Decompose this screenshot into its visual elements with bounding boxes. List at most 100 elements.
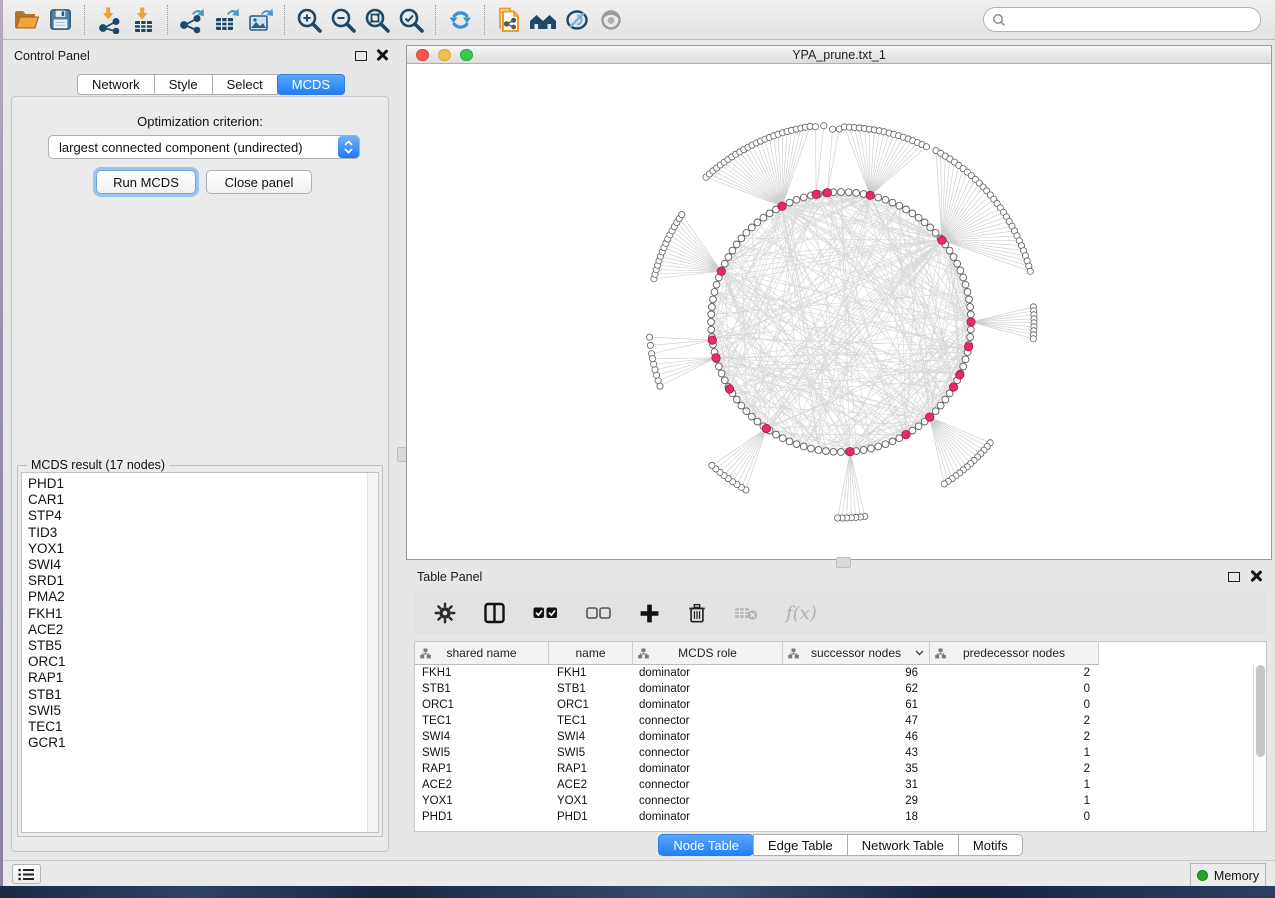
delete-trash-icon[interactable]	[687, 602, 707, 624]
table-cell-shared_name[interactable]: STB1	[415, 681, 549, 697]
table-cell-name[interactable]: TEC1	[549, 713, 633, 729]
show-columns-icon[interactable]	[483, 602, 506, 624]
table-cell-name[interactable]: YOX1	[549, 793, 633, 809]
table-cell-name[interactable]: PHD1	[549, 809, 633, 825]
open-file-button[interactable]	[9, 3, 43, 37]
table-cell-role[interactable]: dominator	[633, 761, 783, 777]
tab-style[interactable]: Style	[154, 74, 213, 95]
export-table-button[interactable]	[209, 3, 243, 37]
table-scrollbar[interactable]	[1253, 665, 1266, 831]
node-table-row[interactable]: SWI5SWI5connector431	[415, 745, 1253, 761]
network-window-titlebar[interactable]: YPA_prune.txt_1	[407, 46, 1271, 64]
zoom-fit-button[interactable]	[360, 3, 394, 37]
mcds-result-item[interactable]: PMA2	[28, 589, 378, 605]
mcds-result-item[interactable]: STB1	[28, 687, 378, 703]
table-cell-predecessors[interactable]: 0	[930, 809, 1099, 825]
table-cell-name[interactable]: ORC1	[549, 697, 633, 713]
tab-network-table[interactable]: Network Table	[847, 834, 959, 856]
table-cell-shared_name[interactable]: YOX1	[415, 793, 549, 809]
mcds-result-item[interactable]: CAR1	[28, 492, 378, 508]
mcds-result-item[interactable]: SWI5	[28, 703, 378, 719]
node-table-row[interactable]: RAP1RAP1dominator352	[415, 761, 1253, 777]
table-cell-shared_name[interactable]: RAP1	[415, 761, 549, 777]
table-cell-predecessors[interactable]: 2	[930, 665, 1099, 681]
table-cell-predecessors[interactable]: 0	[930, 681, 1099, 697]
memory-button[interactable]: Memory	[1190, 863, 1266, 888]
node-table-row[interactable]: FKH1FKH1dominator962	[415, 665, 1253, 681]
float-panel-icon[interactable]	[1228, 572, 1240, 582]
run-mcds-button[interactable]: Run MCDS	[96, 170, 196, 194]
table-cell-name[interactable]: ACE2	[549, 777, 633, 793]
table-cell-name[interactable]: STB1	[549, 681, 633, 697]
table-cell-predecessors[interactable]: 1	[930, 777, 1099, 793]
search-input[interactable]	[1006, 10, 1260, 30]
mcds-result-item[interactable]: FKH1	[28, 606, 378, 622]
mcds-result-item[interactable]: GCR1	[28, 735, 378, 751]
result-list-scrollbar[interactable]	[367, 473, 378, 832]
table-cell-shared_name[interactable]: ACE2	[415, 777, 549, 793]
table-cell-successors[interactable]: 43	[783, 745, 930, 761]
table-cell-successors[interactable]: 29	[783, 793, 930, 809]
network-canvas[interactable]	[407, 64, 1271, 559]
mcds-result-item[interactable]: RAP1	[28, 670, 378, 686]
table-cell-role[interactable]: connector	[633, 793, 783, 809]
node-table-row[interactable]: YOX1YOX1connector291	[415, 793, 1253, 809]
table-cell-role[interactable]: connector	[633, 713, 783, 729]
table-cell-role[interactable]: connector	[633, 745, 783, 761]
table-cell-predecessors[interactable]: 1	[930, 745, 1099, 761]
zoom-selected-button[interactable]	[394, 3, 428, 37]
search-box[interactable]	[983, 7, 1261, 32]
column-header-shared-name[interactable]: shared name	[415, 642, 549, 665]
tab-mcds[interactable]: MCDS	[277, 74, 345, 95]
node-table-row[interactable]: TEC1TEC1connector472	[415, 713, 1253, 729]
table-cell-predecessors[interactable]: 2	[930, 713, 1099, 729]
node-table-row[interactable]: PHD1PHD1dominator180	[415, 809, 1253, 825]
export-network-button[interactable]	[175, 3, 209, 37]
scrollbar-thumb[interactable]	[1256, 665, 1265, 757]
deselect-all-icon[interactable]	[586, 604, 612, 622]
table-cell-successors[interactable]: 31	[783, 777, 930, 793]
criterion-dropdown[interactable]: largest connected component (undirected)	[48, 135, 360, 159]
mcds-result-item[interactable]: STP4	[28, 508, 378, 524]
table-cell-shared_name[interactable]: ORC1	[415, 697, 549, 713]
table-cell-successors[interactable]: 62	[783, 681, 930, 697]
table-cell-role[interactable]: dominator	[633, 665, 783, 681]
tab-edge-table[interactable]: Edge Table	[753, 834, 848, 856]
close-panel-icon[interactable]	[1250, 570, 1262, 582]
table-cell-predecessors[interactable]: 0	[930, 697, 1099, 713]
table-cell-name[interactable]: SWI4	[549, 729, 633, 745]
hide-graphics-details-button[interactable]	[560, 3, 594, 37]
tab-motifs[interactable]: Motifs	[958, 834, 1023, 856]
table-cell-successors[interactable]: 61	[783, 697, 930, 713]
table-cell-predecessors[interactable]: 2	[930, 761, 1099, 777]
column-header-predecessor-nodes[interactable]: predecessor nodes	[930, 642, 1099, 665]
table-cell-shared_name[interactable]: FKH1	[415, 665, 549, 681]
table-cell-name[interactable]: RAP1	[549, 761, 633, 777]
column-header-mcds-role[interactable]: MCDS role	[633, 642, 783, 665]
mcds-result-item[interactable]: TEC1	[28, 719, 378, 735]
apply-layout-button[interactable]	[443, 3, 477, 37]
new-network-button[interactable]	[492, 3, 526, 37]
mcds-result-list[interactable]: PHD1CAR1STP4TID3YOX1SWI4SRD1PMA2FKH1ACE2…	[21, 472, 379, 833]
table-cell-predecessors[interactable]: 1	[930, 793, 1099, 809]
mcds-result-item[interactable]: YOX1	[28, 541, 378, 557]
table-cell-successors[interactable]: 18	[783, 809, 930, 825]
table-cell-name[interactable]: SWI5	[549, 745, 633, 761]
table-cell-role[interactable]: dominator	[633, 681, 783, 697]
import-network-button[interactable]	[92, 3, 126, 37]
table-cell-successors[interactable]: 35	[783, 761, 930, 777]
mcds-result-item[interactable]: SRD1	[28, 573, 378, 589]
table-cell-successors[interactable]: 47	[783, 713, 930, 729]
table-cell-predecessors[interactable]: 2	[930, 729, 1099, 745]
table-cell-successors[interactable]: 46	[783, 729, 930, 745]
table-cell-role[interactable]: dominator	[633, 809, 783, 825]
node-table-row[interactable]: ORC1ORC1dominator610	[415, 697, 1253, 713]
table-cell-role[interactable]: connector	[633, 777, 783, 793]
close-panel-button[interactable]: Close panel	[206, 170, 312, 194]
table-cell-successors[interactable]: 96	[783, 665, 930, 681]
mcds-result-item[interactable]: ORC1	[28, 654, 378, 670]
node-table-row[interactable]: STB1STB1dominator620	[415, 681, 1253, 697]
zoom-out-button[interactable]	[326, 3, 360, 37]
node-table-row[interactable]: SWI4SWI4dominator462	[415, 729, 1253, 745]
mcds-result-item[interactable]: STB5	[28, 638, 378, 654]
